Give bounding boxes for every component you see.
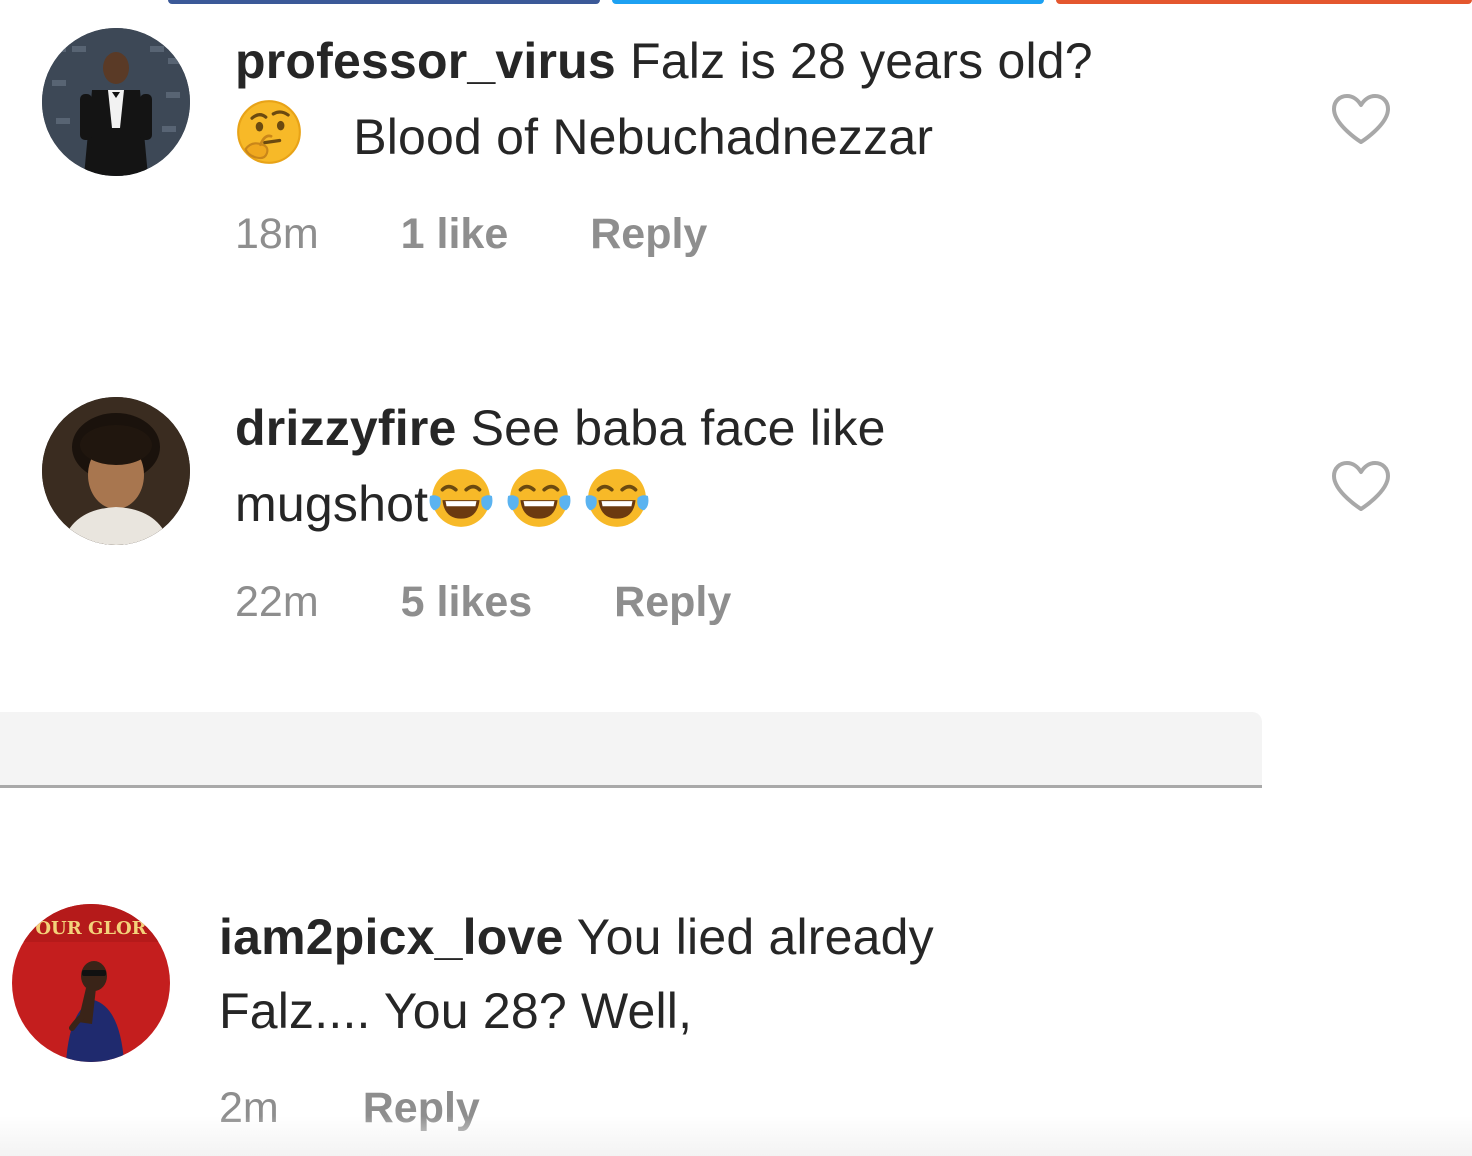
comment-body: professor_virus Falz is 28 years old? Bl…: [235, 24, 1093, 174]
comment-line-1: professor_virus Falz is 28 years old?: [235, 24, 1093, 98]
timestamp: 18m: [235, 210, 319, 258]
comment-line-1: iam2picx_love You lied already: [219, 900, 934, 974]
username[interactable]: drizzyfire: [235, 400, 457, 456]
like-heart-icon[interactable]: [1330, 92, 1392, 146]
avatar[interactable]: [42, 28, 190, 176]
face-with-tears-of-joy-icon: [506, 465, 572, 531]
avatar-text: OUR GLOR: [35, 918, 147, 939]
comment-meta: 22m 5 likes Reply: [235, 578, 731, 627]
avatar-image: [42, 28, 190, 176]
face-with-tears-of-joy-icon: [428, 465, 494, 531]
avatar-image: OUR GLOR: [12, 904, 170, 1062]
like-heart-icon[interactable]: [1330, 459, 1392, 513]
bottom-fade: [0, 1116, 1472, 1156]
avatar[interactable]: OUR GLOR: [12, 904, 170, 1062]
reply-button[interactable]: Reply: [614, 578, 731, 627]
comment-text: You lied already: [576, 909, 934, 965]
username[interactable]: professor_virus: [235, 33, 616, 89]
comment-text: See baba face like: [470, 400, 886, 456]
comment-line-2: Falz.... You 28? Well,: [219, 974, 934, 1048]
avatar-image: [42, 397, 190, 545]
reply-button[interactable]: Reply: [590, 210, 707, 259]
avatar[interactable]: [42, 397, 190, 545]
comment-line-2: Blood of Nebuchadnezzar: [235, 98, 1093, 174]
comment-body: drizzyfire See baba face like mugshot: [235, 391, 886, 541]
timestamp: 22m: [235, 578, 319, 626]
comment-meta: 18m 1 like Reply: [235, 210, 707, 259]
likes-count[interactable]: 5 likes: [401, 578, 533, 627]
comment-text: Falz is 28 years old?: [630, 33, 1093, 89]
likes-count[interactable]: 1 like: [401, 210, 509, 259]
thinking-face-icon: [235, 98, 303, 166]
section-divider: [0, 712, 1262, 788]
facebook-share-bar[interactable]: [168, 0, 600, 4]
email-share-bar[interactable]: [1056, 0, 1472, 4]
comment-text-continued: Falz.... You 28? Well,: [219, 983, 693, 1039]
comment-text-continued: mugshot: [235, 476, 429, 532]
comment-body: iam2picx_love You lied already Falz.... …: [219, 900, 934, 1048]
comment-line-2: mugshot: [235, 465, 886, 541]
username[interactable]: iam2picx_love: [219, 909, 563, 965]
comment-line-1: drizzyfire See baba face like: [235, 391, 886, 465]
face-with-tears-of-joy-icon: [584, 465, 650, 531]
twitter-share-bar[interactable]: [612, 0, 1044, 4]
comment-text-continued: Blood of Nebuchadnezzar: [353, 109, 934, 165]
comments-screen: professor_virus Falz is 28 years old? Bl…: [0, 0, 1472, 1156]
